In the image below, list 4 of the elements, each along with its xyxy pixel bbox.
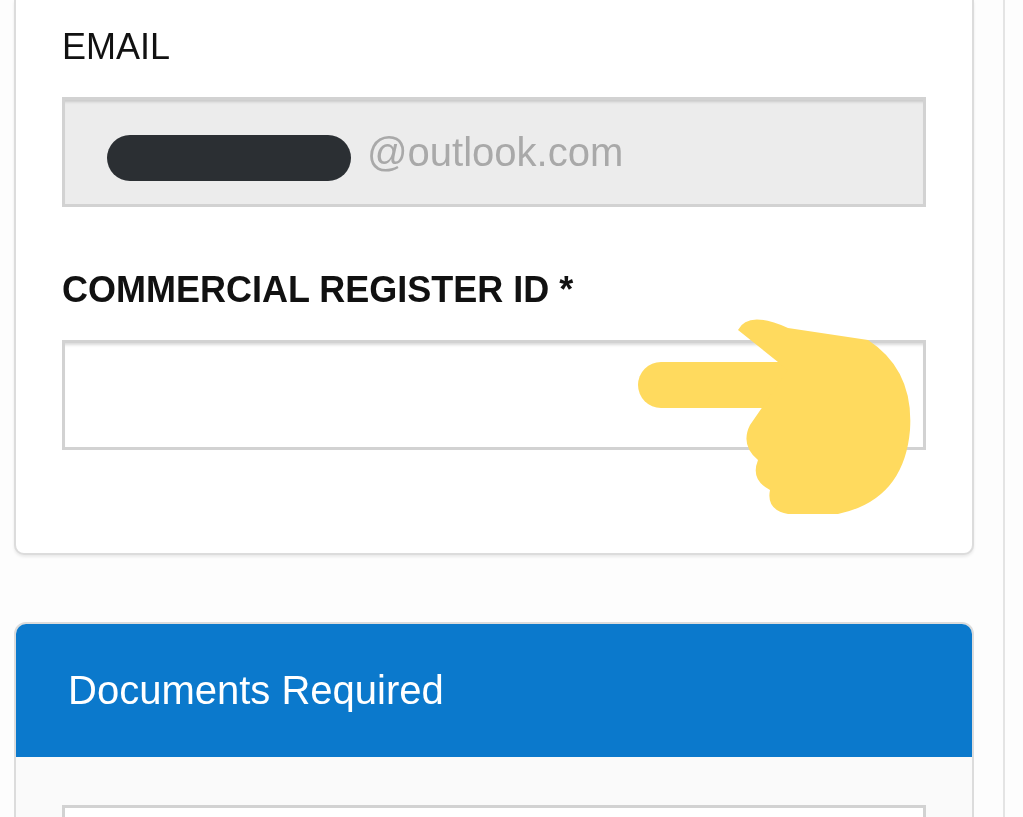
field-label: EMAIL bbox=[62, 26, 172, 68]
field-label: COMMERCIAL REGISTER ID * bbox=[62, 269, 575, 311]
field-value: @outlook.com bbox=[367, 129, 624, 175]
card-title: Documents Required bbox=[68, 668, 444, 713]
